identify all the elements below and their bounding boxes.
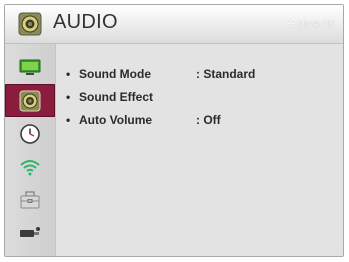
sidebar-item-time[interactable] — [5, 117, 55, 150]
bullet: • — [66, 67, 71, 81]
sidebar-item-audio[interactable] — [5, 84, 55, 117]
menu-item-label: Sound Mode — [79, 67, 151, 81]
bullet: • — [66, 90, 71, 104]
menu-item-value: : Off — [196, 113, 221, 127]
menu-item-label: Sound Effect — [79, 90, 153, 104]
wifi-icon — [19, 158, 41, 176]
audio-menu-panel: • Sound Mode : Standard • Sound Effect •… — [56, 44, 343, 256]
hint-text: Move OK — [297, 19, 335, 29]
speaker-icon — [19, 90, 41, 112]
move-hint-icon: ✥ — [287, 19, 295, 29]
header-bar: AUDIO ✥ Move OK — [5, 5, 343, 44]
menu-item-label: Auto Volume — [79, 113, 153, 127]
bullet: • — [66, 113, 71, 127]
speaker-icon — [18, 12, 42, 36]
sidebar-item-network[interactable] — [5, 150, 55, 183]
page-title: AUDIO — [53, 11, 118, 33]
menu-item-value: : Standard — [196, 67, 256, 81]
clock-icon — [19, 123, 41, 145]
toolbox-icon — [19, 190, 41, 209]
sidebar-item-picture[interactable] — [5, 51, 55, 84]
audio-settings-window: AUDIO ✥ Move OK • Sound Mode: Standard … — [4, 4, 344, 257]
sidebar-item-setup[interactable] — [5, 183, 55, 216]
category-sidebar — [5, 44, 56, 256]
navigation-hint: ✥ Move OK — [287, 19, 335, 30]
input-plug-icon — [19, 226, 41, 240]
tv-icon — [19, 59, 41, 77]
sidebar-item-input[interactable] — [5, 216, 55, 249]
